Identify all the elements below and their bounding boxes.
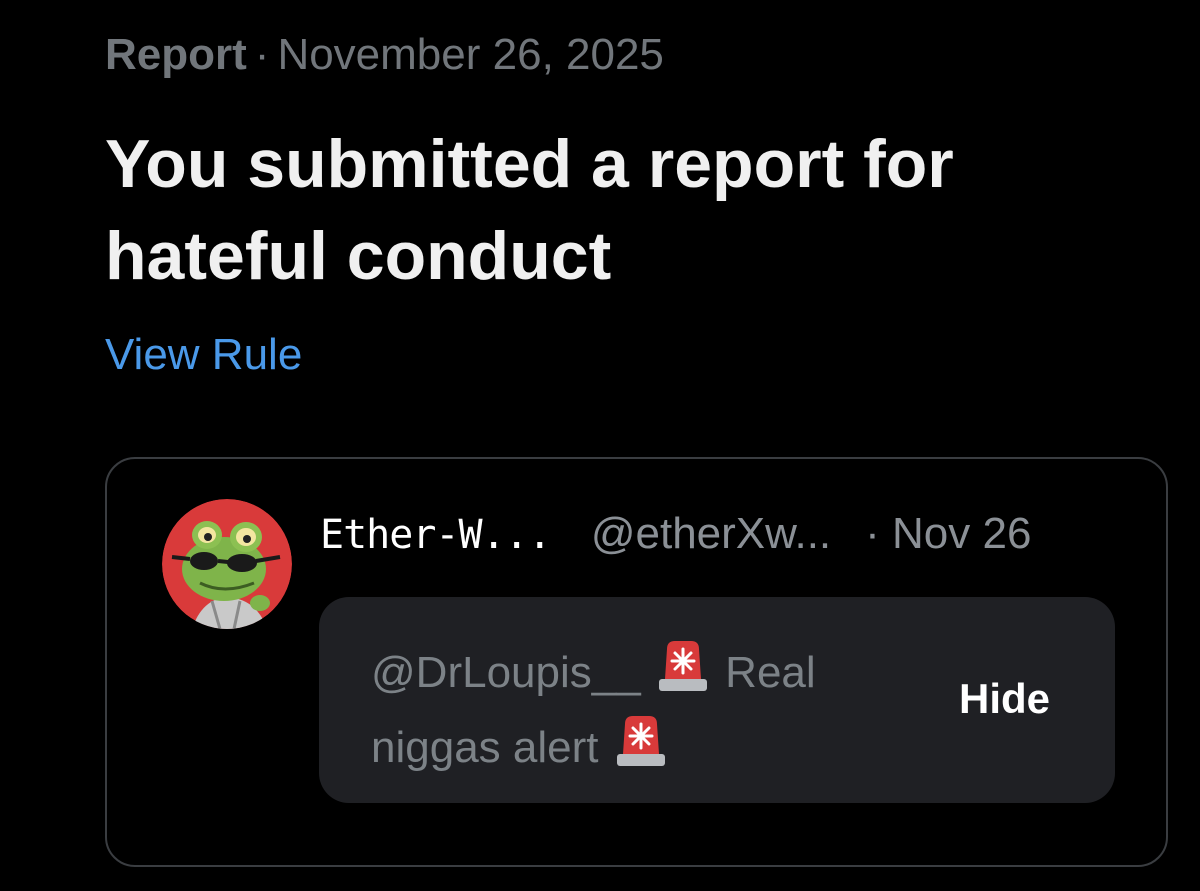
display-name[interactable]: Ether-W... <box>320 512 552 558</box>
police-siren-icon <box>653 639 713 714</box>
view-rule-link[interactable]: View Rule <box>105 330 302 380</box>
post-header: Ether-W... @etherXw... · Nov 26 <box>320 509 1120 559</box>
meta-separator: · <box>254 30 270 79</box>
report-meta-line: Report · November 26, 2025 <box>105 30 664 80</box>
post-text: @DrLoupis__ Real niggas alert <box>371 639 891 789</box>
hidden-reply-box: @DrLoupis__ Real niggas alert Hide <box>319 597 1115 803</box>
reported-post-card[interactable]: Ether-W... @etherXw... · Nov 26 @DrLoupis_… <box>105 457 1168 867</box>
report-title: You submitted a report for hateful condu… <box>105 126 954 294</box>
report-date: November 26, 2025 <box>277 30 664 79</box>
mention-text: @DrLoupis__ <box>371 648 641 697</box>
report-label: Report <box>105 30 247 79</box>
hide-button[interactable]: Hide <box>959 675 1050 723</box>
report-detail-page: Report · November 26, 2025 You submitted a… <box>0 0 1200 891</box>
police-siren-icon <box>611 714 671 789</box>
frog-avatar-icon[interactable] <box>162 499 292 629</box>
user-handle[interactable]: @etherXw... <box>591 509 831 558</box>
post-date[interactable]: · Nov 26 <box>865 509 1031 558</box>
